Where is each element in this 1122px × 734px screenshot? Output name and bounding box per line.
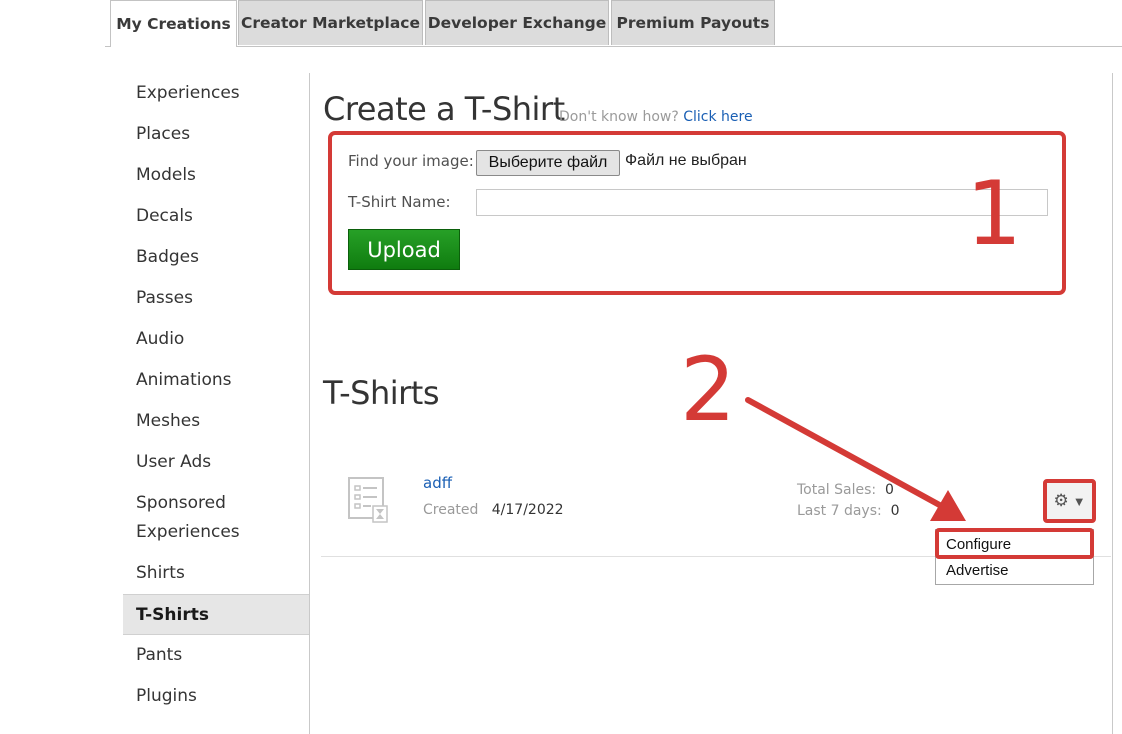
sidebar-item-animations[interactable]: Animations [123,360,309,401]
last-7-days-value: 0 [890,503,900,519]
sidebar-item-label: Sponsored [136,493,226,513]
sidebar-item-plugins[interactable]: Plugins [123,676,309,717]
total-sales: Total Sales: 0 [797,482,894,498]
sidebar-item-passes[interactable]: Passes [123,278,309,319]
sidebar-item-t-shirts[interactable]: T-Shirts [123,594,309,635]
total-sales-label: Total Sales: [797,482,877,498]
menu-item-advertise[interactable]: Advertise [946,562,1009,579]
annotation-box-configure [935,528,1094,559]
annotation-box-form [328,131,1066,295]
sidebar-item-audio[interactable]: Audio [123,319,309,360]
annotation-step-2: 2 [680,338,736,441]
page-title: Create a T-Shirt [323,90,565,128]
annotation-box-gear [1043,479,1096,523]
sidebar-item-sponsored-experiences[interactable]: Sponsored Experiences [123,483,309,553]
created-info: Created 4/17/2022 [423,502,564,518]
sidebar-item-experiences[interactable]: Experiences [123,73,309,114]
last-7-days: Last 7 days: 0 [797,503,900,519]
help-link[interactable]: Click here [683,109,752,125]
sidebar-item-badges[interactable]: Badges [123,237,309,278]
tab-developer-exchange[interactable]: Developer Exchange [425,0,609,45]
total-sales-value: 0 [885,482,894,498]
sidebar-nav: Experiences Places Models Decals Badges … [123,73,309,717]
content-right-border [1112,73,1113,734]
sidebar-item-meshes[interactable]: Meshes [123,401,309,442]
tab-creator-marketplace[interactable]: Creator Marketplace [238,0,423,45]
sidebar-item-models[interactable]: Models [123,155,309,196]
sidebar-item-user-ads[interactable]: User Ads [123,442,309,483]
help-question: Don't know how? [559,109,679,125]
placeholder-thumbnail-icon [348,477,388,523]
sidebar-item-places[interactable]: Places [123,114,309,155]
last-7-days-label: Last 7 days: [797,503,882,519]
tab-premium-payouts[interactable]: Premium Payouts [611,0,775,45]
sidebar-divider [309,73,310,734]
top-tab-bar: My Creations Creator Marketplace Develop… [105,0,1122,47]
sidebar-item-label-line2: Experiences [136,522,240,542]
sidebar-item-shirts[interactable]: Shirts [123,553,309,594]
created-date: 4/17/2022 [491,502,564,518]
annotation-step-1: 1 [966,162,1022,265]
item-name-link[interactable]: adff [423,474,452,492]
sidebar-item-pants[interactable]: Pants [123,635,309,676]
tab-my-creations[interactable]: My Creations [110,0,237,47]
sidebar-item-decals[interactable]: Decals [123,196,309,237]
created-label: Created [423,502,479,518]
help-text: Don't know how? Click here [559,109,753,125]
section-title: T-Shirts [323,374,440,412]
